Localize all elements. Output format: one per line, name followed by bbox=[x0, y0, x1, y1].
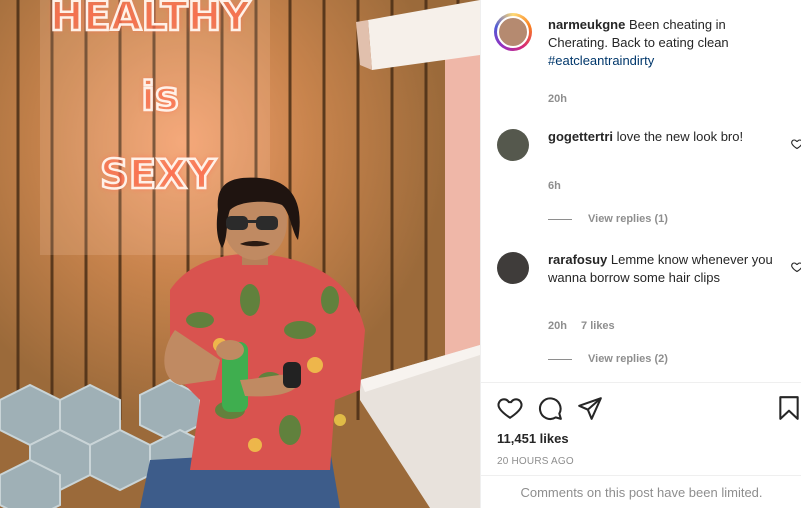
post-image: HEALTHY is SEXY HEALTHY is SEXY bbox=[0, 0, 480, 508]
comments-limited-notice: Comments on this post have been limited. bbox=[481, 475, 801, 508]
neon-sign-line: SEXY bbox=[100, 152, 217, 198]
post-caption: narmeukgne Been cheating in Cherating. B… bbox=[494, 13, 793, 116]
caption-hashtag[interactable]: #eatcleantraindirty bbox=[548, 53, 654, 68]
comment-text-block: gogettertri love the new look bro! bbox=[548, 128, 783, 146]
comment-meta: 20h 7 likes bbox=[548, 320, 615, 332]
like-comment-heart-icon[interactable] bbox=[791, 261, 801, 273]
share-icon[interactable] bbox=[577, 395, 603, 421]
caption-time-label: 20h bbox=[548, 93, 567, 105]
comment-likes[interactable]: 7 likes bbox=[581, 320, 615, 332]
comment-time[interactable]: 20h bbox=[548, 320, 567, 332]
comment-username[interactable]: gogettertri bbox=[548, 129, 613, 144]
author-username[interactable]: narmeukgne bbox=[548, 17, 625, 32]
neon-sign-line: is bbox=[141, 74, 179, 120]
comment-item: gogettertri love the new look bro! 6h Vi… bbox=[497, 128, 801, 238]
likes-count[interactable]: 11,451 likes bbox=[497, 431, 569, 446]
post-actions: 11,451 likes 20 HOURS AGO Comments on th… bbox=[481, 382, 801, 508]
comment-time[interactable]: 6h bbox=[548, 180, 561, 192]
comment-username[interactable]: rarafosuy bbox=[548, 252, 607, 267]
view-replies-label: View replies (2) bbox=[588, 353, 668, 365]
replies-divider bbox=[548, 358, 572, 360]
view-replies-label: View replies (1) bbox=[588, 213, 668, 225]
comment-icon[interactable] bbox=[537, 395, 563, 421]
post-details-panel: narmeukgne Been cheating in Cherating. B… bbox=[480, 0, 801, 508]
view-replies-button[interactable]: View replies (1) bbox=[548, 213, 668, 225]
comment-item: rarafosuy Lemme know whenever you wanna … bbox=[497, 251, 801, 371]
author-avatar[interactable] bbox=[494, 13, 532, 51]
caption-text-block: narmeukgne Been cheating in Cherating. B… bbox=[548, 16, 783, 70]
comment-text: love the new look bro! bbox=[616, 129, 744, 144]
comment-text-block: rarafosuy Lemme know whenever you wanna … bbox=[548, 251, 783, 287]
view-replies-button[interactable]: View replies (2) bbox=[548, 353, 668, 365]
commenter-avatar[interactable] bbox=[497, 252, 529, 284]
commenter-avatar[interactable] bbox=[497, 129, 529, 161]
neon-sign-line: HEALTHY bbox=[50, 0, 251, 40]
post-time-ago[interactable]: 20 HOURS AGO bbox=[497, 456, 574, 467]
heart-icon[interactable] bbox=[497, 395, 523, 421]
post-photo: HEALTHY is SEXY HEALTHY is SEXY bbox=[0, 0, 480, 508]
comment-meta: 6h bbox=[548, 180, 561, 192]
like-comment-heart-icon[interactable] bbox=[791, 138, 801, 150]
bookmark-icon[interactable] bbox=[776, 395, 801, 421]
replies-divider bbox=[548, 218, 572, 220]
caption-timestamp[interactable]: 20h bbox=[548, 93, 567, 105]
